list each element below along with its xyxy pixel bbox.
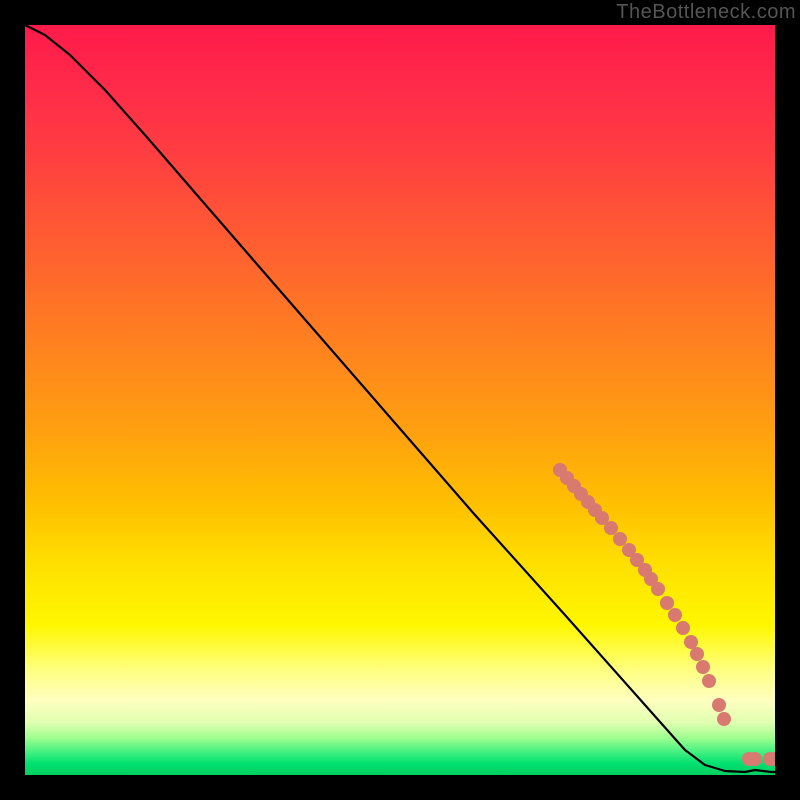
watermark-label: TheBottleneck.com <box>616 1 796 24</box>
curve-line <box>25 25 775 772</box>
data-marker <box>702 674 716 688</box>
data-marker <box>668 608 682 622</box>
data-marker <box>604 521 618 535</box>
data-marker <box>748 752 762 766</box>
chart-overlay <box>25 25 775 775</box>
data-marker <box>651 582 665 596</box>
data-markers <box>553 463 775 766</box>
data-marker <box>696 660 710 674</box>
plot-area <box>25 25 775 775</box>
chart-container: TheBottleneck.com <box>0 0 800 800</box>
data-marker <box>684 635 698 649</box>
data-marker <box>690 647 704 661</box>
data-marker <box>613 532 627 546</box>
data-marker <box>712 698 726 712</box>
data-marker <box>676 621 690 635</box>
data-marker <box>717 712 731 726</box>
data-marker <box>660 596 674 610</box>
